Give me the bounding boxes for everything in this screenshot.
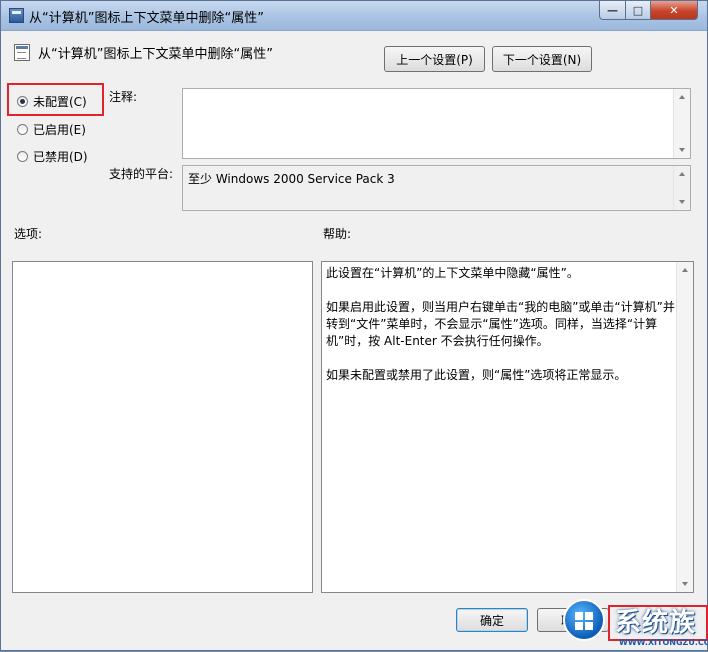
platform-label: 支持的平台: (109, 167, 174, 181)
radio-label: 已禁用(D) (33, 150, 88, 164)
scroll-up-icon[interactable] (682, 268, 688, 272)
radio-not-configured[interactable]: 未配置(C) (17, 93, 87, 110)
window-title: 从“计算机”图标上下文菜单中删除“属性” (29, 11, 264, 26)
setting-title: 从“计算机”图标上下文菜单中删除“属性” (38, 47, 273, 62)
help-label: 帮助: (323, 227, 352, 241)
close-button[interactable]: ✕ (650, 1, 698, 20)
previous-setting-button[interactable]: 上一个设置(P) (384, 46, 485, 72)
title-bar[interactable]: 从“计算机”图标上下文菜单中删除“属性” — □ ✕ (1, 1, 707, 31)
radio-enabled[interactable]: 已启用(E) (17, 121, 86, 138)
options-panel (12, 261, 313, 593)
comment-label: 注释: (109, 90, 138, 104)
minimize-button[interactable]: — (599, 1, 626, 20)
ok-button[interactable]: 确定 (456, 608, 528, 632)
close-icon: ✕ (669, 3, 679, 17)
windows-logo-icon (563, 599, 605, 641)
policy-icon (9, 8, 24, 23)
policy-setting-window: 从“计算机”图标上下文菜单中删除“属性” — □ ✕ 从“计算机”图标上下文菜单… (0, 0, 708, 651)
radio-label: 未配置(C) (33, 95, 87, 109)
maximize-icon: □ (632, 3, 644, 17)
site-watermark: 系统族 WWW.XITONGZU.COM (563, 597, 708, 652)
help-text: 此设置在“计算机”的上下文菜单中隐藏“属性”。 如果启用此设置，则当用户右键单击… (326, 265, 678, 401)
maximize-button[interactable]: □ (625, 1, 651, 20)
radio-disabled[interactable]: 已禁用(D) (17, 148, 88, 165)
platform-field: 至少 Windows 2000 Service Pack 3 (182, 165, 691, 211)
minimize-icon: — (607, 3, 618, 17)
platform-value: 至少 Windows 2000 Service Pack 3 (188, 172, 395, 186)
scroll-up-icon[interactable] (679, 172, 685, 176)
platform-scrollbar[interactable] (673, 166, 690, 210)
help-panel: 此设置在“计算机”的上下文菜单中隐藏“属性”。 如果启用此设置，则当用户右键单击… (321, 261, 694, 593)
watermark-url: WWW.XITONGZU.COM (619, 638, 708, 647)
help-paragraph: 如果未配置或禁用了此设置，则“属性”选项将正常显示。 (326, 368, 627, 382)
help-paragraph: 如果启用此设置，则当用户右键单击“我的电脑”或单击“计算机”并转到“文件”菜单时… (326, 300, 675, 348)
scroll-up-icon[interactable] (679, 95, 685, 99)
radio-label: 已启用(E) (33, 123, 86, 137)
scroll-down-icon[interactable] (682, 582, 688, 586)
scroll-down-icon[interactable] (679, 200, 685, 204)
next-setting-button[interactable]: 下一个设置(N) (492, 46, 592, 72)
help-scrollbar[interactable] (676, 262, 693, 592)
radio-indicator[interactable] (17, 124, 28, 135)
radio-indicator-selected[interactable] (17, 96, 28, 107)
watermark-text: 系统族 (615, 608, 697, 638)
setting-icon (14, 44, 30, 61)
radio-indicator[interactable] (17, 151, 28, 162)
scroll-down-icon[interactable] (679, 148, 685, 152)
options-label: 选项: (14, 227, 43, 241)
help-paragraph: 此设置在“计算机”的上下文菜单中隐藏“属性”。 (326, 266, 579, 280)
comment-scrollbar[interactable] (673, 89, 690, 158)
comment-textarea[interactable] (182, 88, 691, 159)
